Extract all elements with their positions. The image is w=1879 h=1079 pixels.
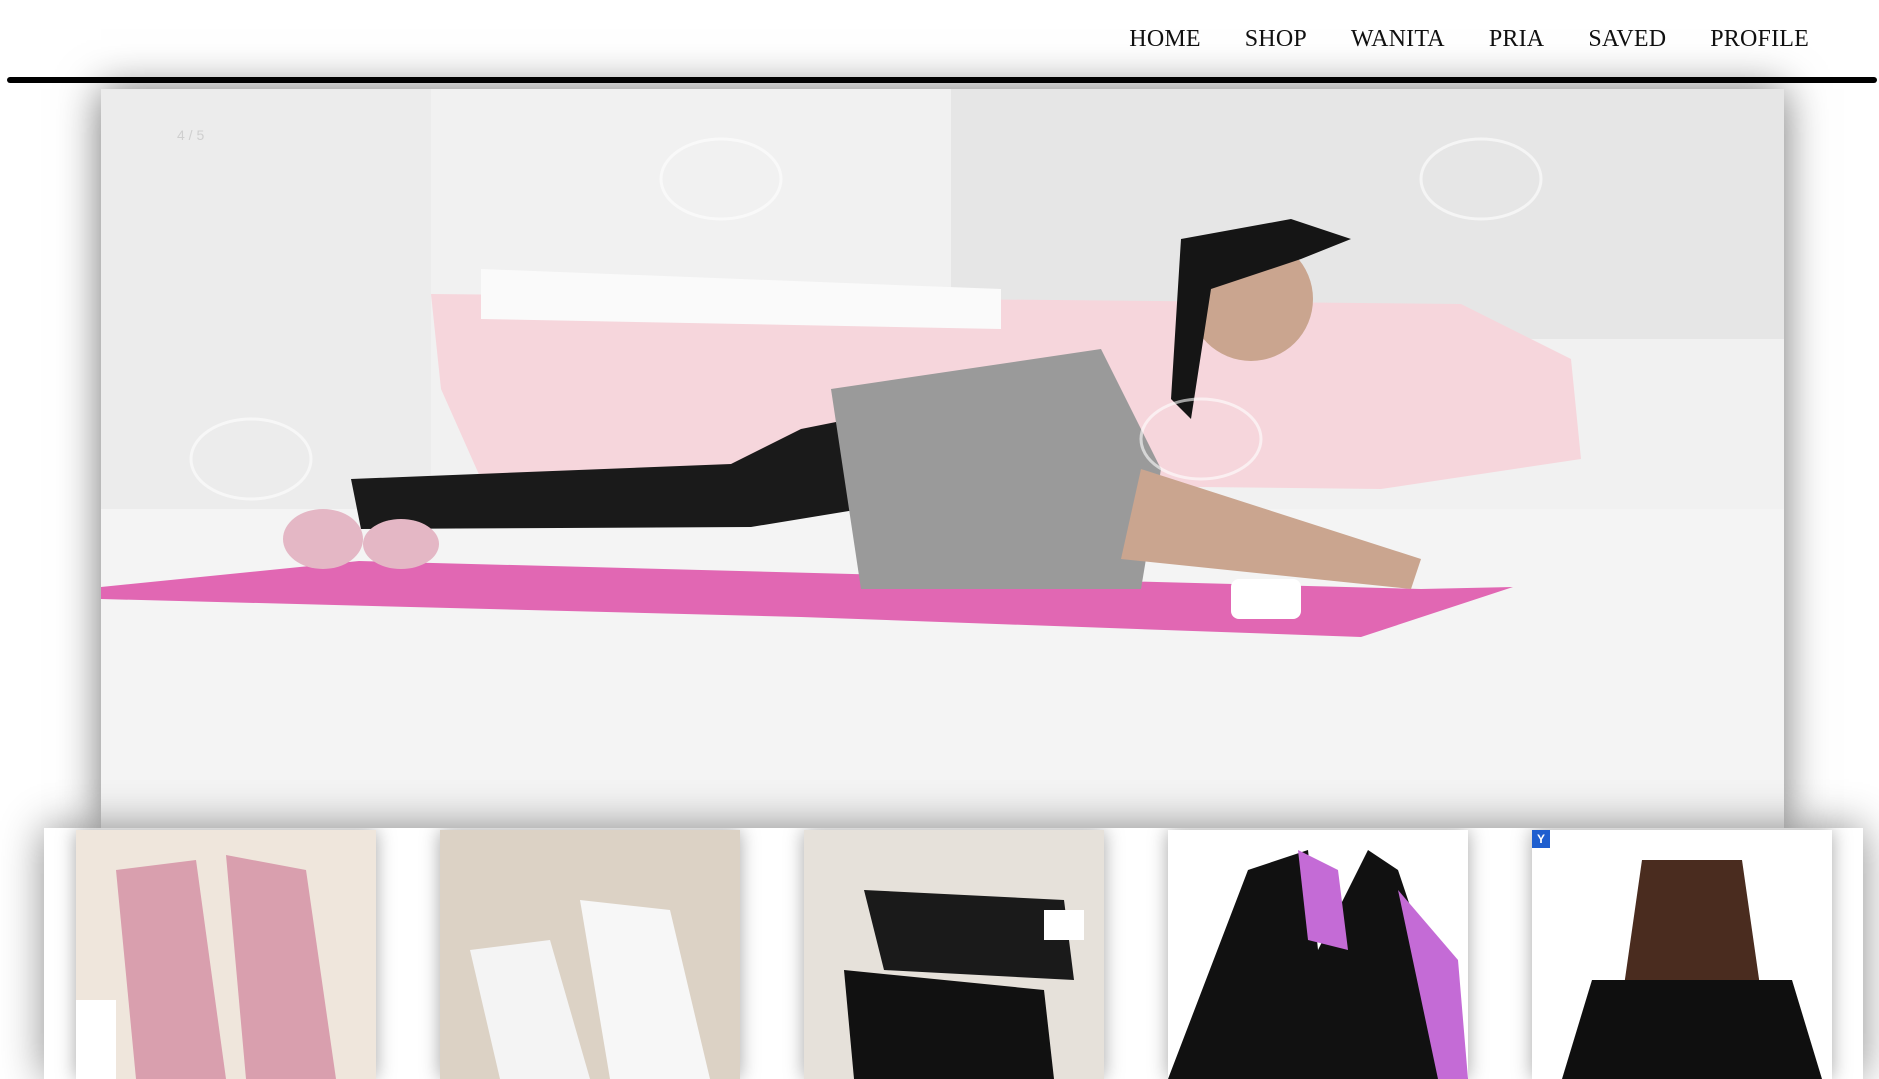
pink-sneakers-image — [76, 855, 336, 1079]
main-nav: HOME SHOP WANITA PRIA SAVED PROFILE — [1129, 26, 1809, 53]
hero-image — [101, 89, 1784, 831]
top-sneaker — [864, 890, 1074, 980]
right-sneaker — [226, 855, 336, 1079]
sports-bra-image — [1168, 850, 1468, 1079]
card-badge: Y — [1532, 830, 1550, 848]
nav-saved[interactable]: SAVED — [1588, 26, 1666, 53]
nav-wanita[interactable]: WANITA — [1351, 26, 1445, 53]
black-top — [1562, 980, 1822, 1079]
header-divider — [7, 77, 1877, 83]
product-card[interactable] — [76, 830, 376, 1079]
nav-home[interactable]: HOME — [1129, 26, 1200, 53]
pink-shoe-left — [283, 509, 363, 569]
left-sneaker — [116, 860, 226, 1079]
hero-slideshow[interactable]: 4 / 5 — [101, 89, 1784, 831]
pink-shoe-right — [363, 519, 439, 569]
wristband — [1231, 579, 1301, 619]
woman-top — [831, 349, 1161, 589]
product-card[interactable] — [1168, 830, 1468, 1079]
model-hair — [1622, 860, 1762, 1000]
bottom-sneaker — [844, 970, 1054, 1079]
right-sneaker — [580, 900, 710, 1079]
white-sneakers-image — [470, 900, 710, 1079]
product-card[interactable] — [440, 830, 740, 1079]
sneaker-sole — [1044, 910, 1084, 940]
product-card-row: Y — [44, 828, 1863, 1079]
black-sneakers-image — [844, 890, 1084, 1079]
box-edge — [76, 1000, 116, 1079]
site-header: HOME SHOP WANITA PRIA SAVED PROFILE — [0, 0, 1879, 82]
slide-counter: 4 / 5 — [177, 127, 205, 143]
woman-black-top-image — [1562, 860, 1822, 1079]
nav-shop[interactable]: SHOP — [1245, 26, 1307, 53]
product-card[interactable] — [804, 830, 1104, 1079]
nav-pria[interactable]: PRIA — [1489, 26, 1544, 53]
product-card[interactable]: Y — [1532, 830, 1832, 1079]
nav-profile[interactable]: PROFILE — [1710, 26, 1809, 53]
left-sneaker — [470, 940, 590, 1079]
